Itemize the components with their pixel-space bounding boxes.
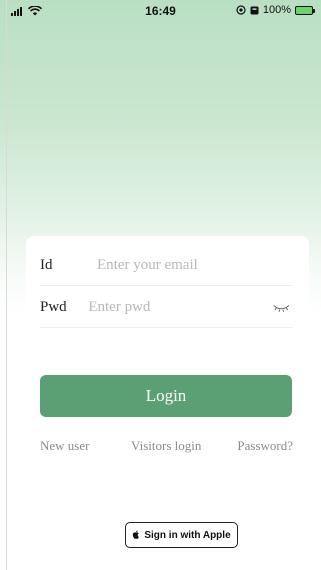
login-screen: 16:49 100% Id Pwd: [0, 0, 321, 570]
pwd-label: Pwd: [40, 299, 67, 315]
alarm-icon: [250, 6, 259, 15]
password-input[interactable]: [88, 299, 273, 316]
forgot-password-link[interactable]: Password?: [237, 438, 293, 454]
new-user-link[interactable]: New user: [40, 438, 89, 454]
email-input[interactable]: [97, 257, 293, 274]
battery-percent: 100%: [262, 4, 291, 16]
apple-signin-label: Sign in with Apple: [144, 529, 231, 541]
login-card: Id Pwd: [26, 236, 309, 336]
id-row: Id: [40, 246, 293, 286]
eye-closed-icon[interactable]: [272, 301, 291, 315]
id-label: Id: [40, 257, 53, 273]
apple-icon: [133, 530, 140, 539]
screen-edge-divider: [6, 0, 7, 570]
status-bar: 16:49 100%: [0, 0, 321, 22]
location-icon: [236, 5, 246, 15]
pwd-row: Pwd: [40, 288, 293, 328]
visitors-login-link[interactable]: Visitors login: [131, 438, 201, 454]
sign-in-with-apple-button[interactable]: Sign in with Apple: [125, 522, 238, 548]
login-button[interactable]: Login: [40, 375, 292, 417]
auth-links: New user Visitors login Password?: [40, 438, 293, 456]
status-right-group: 100%: [236, 4, 315, 16]
battery-icon: [295, 5, 315, 15]
